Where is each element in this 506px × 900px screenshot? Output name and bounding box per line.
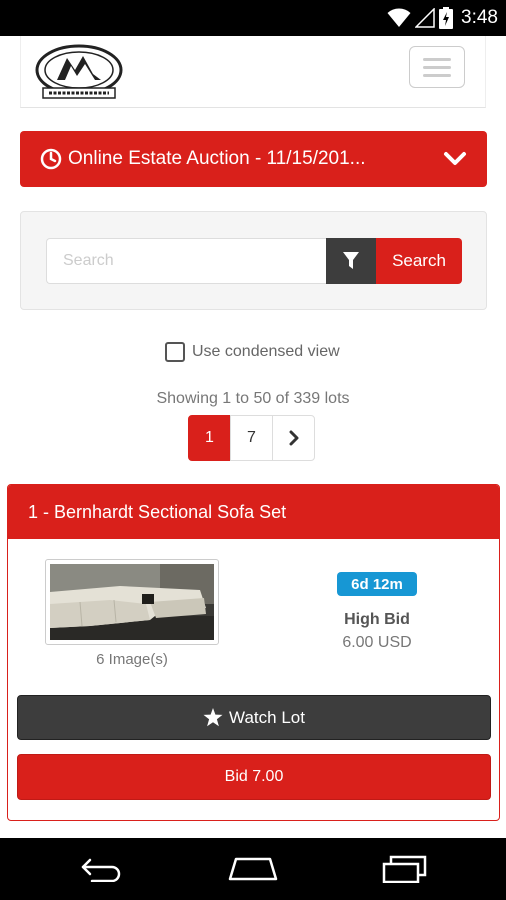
clock-icon xyxy=(40,148,62,170)
wifi-icon xyxy=(387,8,411,27)
back-icon xyxy=(81,858,121,882)
bid-button[interactable]: Bid 7.00 xyxy=(17,754,491,800)
menu-toggle-button[interactable] xyxy=(409,46,465,88)
page-link-1[interactable]: 1 xyxy=(188,415,231,461)
site-logo[interactable] xyxy=(29,40,129,102)
page-link-7[interactable]: 7 xyxy=(230,415,273,461)
condensed-view-label: Use condensed view xyxy=(192,343,340,360)
lot-card: 1 - Bernhardt Sectional Sofa Set 6 Image… xyxy=(7,484,500,821)
signal-icon xyxy=(415,8,435,28)
filter-button[interactable] xyxy=(326,238,376,284)
menu-bar xyxy=(423,65,451,69)
condensed-view-checkbox[interactable] xyxy=(165,342,185,362)
chevron-right-icon xyxy=(289,430,298,446)
recents-button[interactable] xyxy=(380,854,430,884)
results-count: Showing 1 to 50 of 339 lots xyxy=(156,390,350,407)
clock-time: 3:48 xyxy=(461,7,498,28)
watch-lot-button[interactable]: Watch Lot xyxy=(17,695,491,740)
search-panel: Search xyxy=(20,211,487,310)
auction-selector[interactable]: Online Estate Auction - 11/15/201... xyxy=(20,131,487,187)
high-bid-label: High Bid xyxy=(344,611,410,628)
image-count: 6 Image(s) xyxy=(96,651,168,668)
site-header xyxy=(20,36,486,108)
filter-icon xyxy=(343,252,359,269)
recents-icon xyxy=(382,855,427,883)
home-button[interactable] xyxy=(228,854,278,884)
search-input[interactable] xyxy=(46,238,326,284)
lot-thumbnail[interactable] xyxy=(45,559,219,645)
menu-bar xyxy=(423,57,451,61)
pagination: 1 7 xyxy=(188,415,315,461)
sofa-photo xyxy=(50,564,214,640)
watch-lot-label: Watch Lot xyxy=(229,707,305,727)
condensed-view-option[interactable]: Use condensed view xyxy=(165,341,340,363)
high-bid-value: 6.00 USD xyxy=(342,634,412,651)
chevron-down-icon[interactable] xyxy=(443,149,467,169)
star-icon xyxy=(203,708,223,727)
time-left-badge: 6d 12m xyxy=(337,572,417,596)
menu-bar xyxy=(423,73,451,77)
navigation-bar xyxy=(0,838,506,900)
auction-title: Online Estate Auction - 11/15/201... xyxy=(68,148,366,169)
next-page-button[interactable] xyxy=(272,415,315,461)
lot-title[interactable]: 1 - Bernhardt Sectional Sofa Set xyxy=(8,485,499,539)
status-bar: 3:48 xyxy=(0,0,506,36)
search-button[interactable]: Search xyxy=(376,238,462,284)
home-icon xyxy=(228,857,278,881)
back-button[interactable] xyxy=(78,854,128,884)
battery-icon xyxy=(439,7,454,29)
